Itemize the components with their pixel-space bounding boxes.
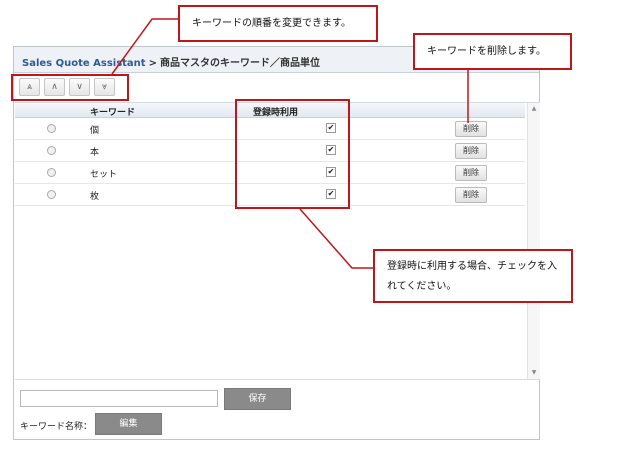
callout-register-text: 登録時に利用する場合、チェックを入れてください。 [387,261,557,292]
callout-delete-text: キーワードを削除します。 [427,46,546,57]
callout-reorder: キーワードの順番を変更できます。 [178,5,378,42]
callout-delete: キーワードを削除します。 [413,33,572,70]
callout-register: 登録時に利用する場合、チェックを入れてください。 [373,249,573,303]
callout-reorder-text: キーワードの順番を変更できます。 [192,18,351,29]
